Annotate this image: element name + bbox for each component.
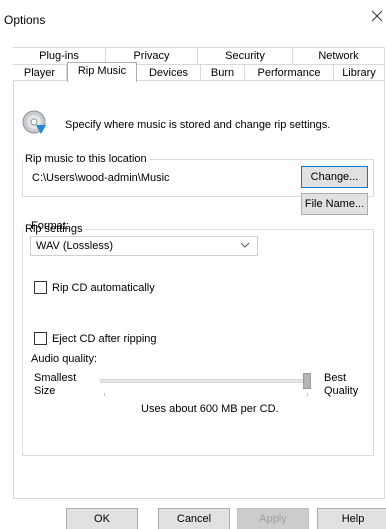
rip-cd-automatically-checkbox[interactable]: [34, 281, 47, 294]
audio-quality-slider-thumb[interactable]: [303, 373, 311, 389]
rip-location-legend: Rip music to this location: [25, 153, 147, 165]
usage-text: Uses about 600 MB per CD.: [141, 403, 279, 415]
format-value: WAV (Lossless): [36, 240, 114, 252]
file-name-button[interactable]: File Name...: [301, 193, 368, 215]
quality-label: Quality: [324, 385, 359, 397]
rip-cd-automatically-label[interactable]: Rip CD automatically: [52, 282, 155, 294]
audio-quality-label: Audio quality:: [31, 353, 98, 365]
window-title: Options: [4, 13, 46, 27]
tab-library[interactable]: Library: [334, 64, 385, 81]
tab-devices[interactable]: Devices: [137, 64, 201, 81]
slider-tick: [307, 393, 308, 396]
format-dropdown[interactable]: WAV (Lossless): [30, 236, 258, 256]
change-button[interactable]: Change...: [301, 166, 368, 188]
cancel-button[interactable]: Cancel: [158, 508, 230, 529]
tab-rip-music[interactable]: Rip Music: [67, 62, 137, 82]
best-label: Best: [324, 372, 347, 384]
help-button[interactable]: Help: [317, 508, 386, 529]
cd-rip-icon: [22, 110, 46, 134]
size-label: Size: [34, 385, 56, 397]
smallest-label: Smallest: [34, 372, 77, 384]
tab-network[interactable]: Network: [293, 47, 385, 64]
tab-player[interactable]: Player: [13, 64, 67, 81]
tab-security[interactable]: Security: [198, 47, 293, 64]
apply-button[interactable]: Apply: [237, 508, 309, 529]
audio-quality-slider-track[interactable]: [100, 379, 310, 383]
eject-cd-checkbox[interactable]: [34, 332, 47, 345]
header-description: Specify where music is stored and change…: [65, 119, 331, 131]
format-label: Format:: [31, 220, 69, 232]
tab-burn[interactable]: Burn: [201, 64, 245, 81]
chevron-down-icon: [240, 242, 250, 248]
eject-cd-label[interactable]: Eject CD after ripping: [52, 333, 157, 345]
tab-performance[interactable]: Performance: [245, 64, 334, 81]
rip-location-path: C:\Users\wood-admin\Music: [32, 172, 170, 184]
slider-tick: [104, 393, 105, 396]
close-icon[interactable]: [370, 9, 384, 23]
ok-button[interactable]: OK: [66, 508, 138, 529]
